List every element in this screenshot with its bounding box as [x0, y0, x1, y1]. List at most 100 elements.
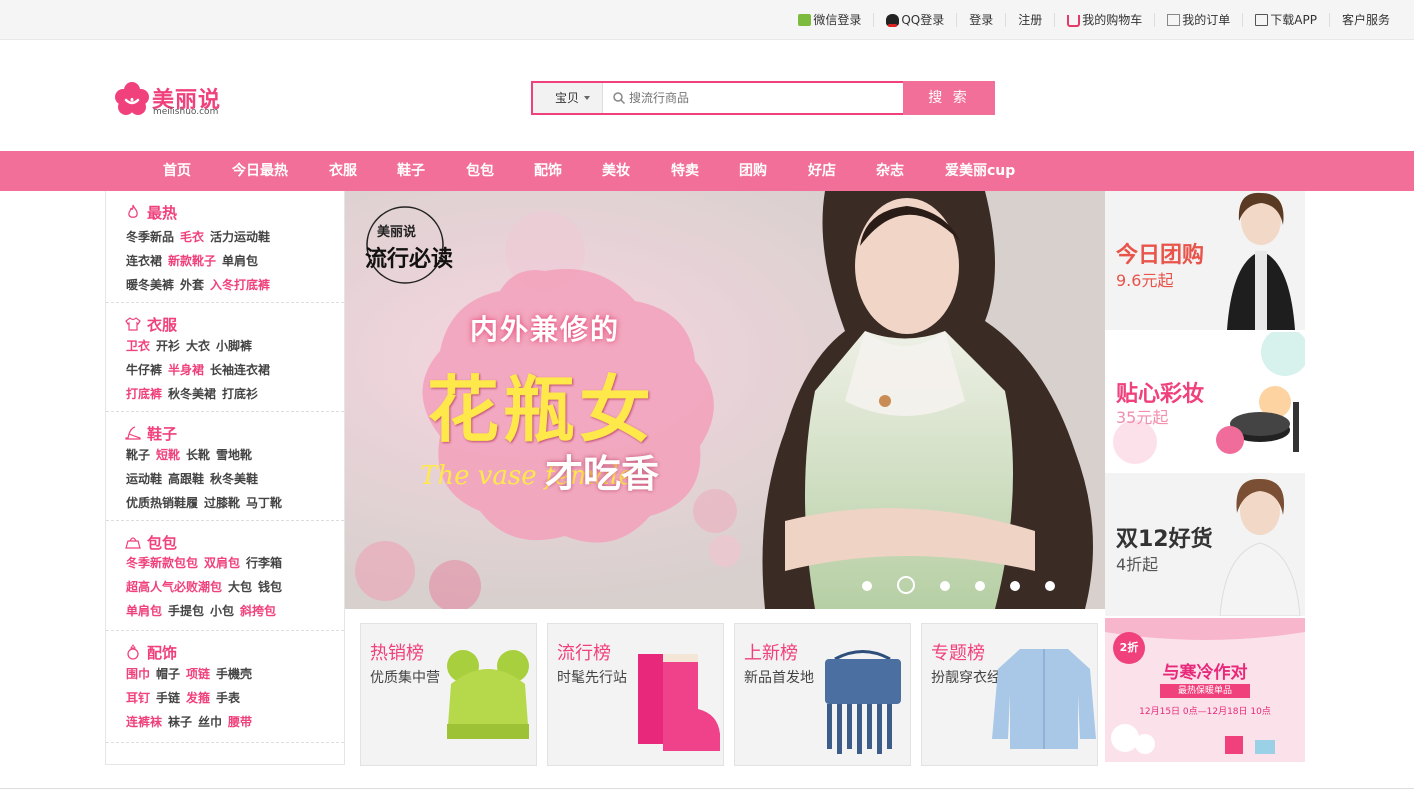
category-link[interactable]: 马丁靴: [246, 494, 282, 511]
category-link[interactable]: 暖冬美裤: [126, 276, 174, 293]
order-icon: [1167, 14, 1181, 26]
category-link[interactable]: 高跟鞋: [168, 470, 204, 487]
category-link[interactable]: 活力运动鞋: [210, 228, 270, 245]
nav-item-magazine[interactable]: 杂志: [875, 151, 905, 191]
category-link[interactable]: 毛衣: [180, 228, 204, 245]
promo-double-12[interactable]: 双12好货 4折起: [1105, 473, 1305, 616]
search-category-select[interactable]: 宝贝: [533, 83, 603, 113]
category-link[interactable]: 腰带: [228, 713, 252, 730]
carousel-dot[interactable]: [1010, 580, 1020, 591]
nav-item-hot-today[interactable]: 今日最热: [231, 151, 289, 191]
category-link[interactable]: 帽子: [156, 665, 180, 682]
category-link[interactable]: 手提包: [168, 602, 204, 619]
category-link[interactable]: 钱包: [258, 578, 282, 595]
promo-winter-sale[interactable]: 2折 与寒冷作对 最热保暖单品 12月15日 0点—12月18日 10点: [1105, 618, 1305, 762]
category-link[interactable]: 卫衣: [126, 337, 150, 354]
category-link[interactable]: 袜子: [168, 713, 192, 730]
qq-login-link[interactable]: QQ登录: [873, 13, 956, 27]
nav-item-bags[interactable]: 包包: [465, 151, 495, 191]
nav-item-shoes[interactable]: 鞋子: [396, 151, 426, 191]
nav-item-sale[interactable]: 特卖: [670, 151, 700, 191]
service-link[interactable]: 客户服务: [1328, 13, 1402, 27]
wechat-login-link[interactable]: 微信登录: [786, 13, 873, 27]
category-link[interactable]: 连裤袜: [126, 713, 162, 730]
category-accessories: 配饰 围巾 帽子 项链 手機壳 耳钉 手链 发箍 手表 连裤袜 袜子 丝巾 腰带: [106, 631, 344, 743]
category-link[interactable]: 靴子: [126, 446, 150, 463]
site-logo[interactable]: 美丽说 meilishuo.com: [114, 79, 224, 119]
promo-cosmetics[interactable]: 贴心彩妆 35元起: [1105, 332, 1305, 471]
carousel-dot[interactable]: [862, 580, 872, 591]
qq-icon: [886, 14, 900, 27]
category-title[interactable]: 衣服: [125, 314, 177, 334]
category-link[interactable]: 打底裤: [126, 385, 162, 402]
search-input[interactable]: [629, 87, 899, 109]
category-link[interactable]: 冬季新款包包: [126, 554, 198, 571]
carousel-dot[interactable]: [1045, 580, 1055, 591]
download-app-link[interactable]: 下载APP: [1242, 13, 1329, 27]
rank-card-hot-sales[interactable]: 热销榜 优质集中营: [360, 623, 537, 766]
category-link[interactable]: 运动鞋: [126, 470, 162, 487]
category-link[interactable]: 小包: [210, 602, 234, 619]
category-link[interactable]: 冬季新品: [126, 228, 174, 245]
category-link[interactable]: 秋冬美裙: [168, 385, 216, 402]
login-link[interactable]: 登录: [956, 13, 1005, 27]
category-link[interactable]: 入冬打底裤: [210, 276, 270, 293]
carousel-dot[interactable]: [940, 580, 950, 591]
category-link[interactable]: 雪地靴: [216, 446, 252, 463]
carousel-dot[interactable]: [975, 580, 985, 591]
category-title[interactable]: 鞋子: [125, 423, 177, 443]
category-link[interactable]: 手表: [216, 689, 240, 706]
category-link[interactable]: 新款靴子: [168, 252, 216, 269]
carousel-dot[interactable]: [897, 576, 915, 594]
category-title[interactable]: 配饰: [125, 642, 177, 662]
login-label: 登录: [969, 13, 994, 27]
register-link[interactable]: 注册: [1005, 13, 1054, 27]
category-link[interactable]: 双肩包: [204, 554, 240, 571]
nav-item-beauty[interactable]: 美妆: [601, 151, 631, 191]
promo-group-buy[interactable]: 今日团购 9.6元起: [1105, 191, 1305, 330]
category-link[interactable]: 单肩包: [126, 602, 162, 619]
category-link[interactable]: 连衣裙: [126, 252, 162, 269]
hero-banner[interactable]: 美丽说 流行必读 内外兼修的 花瓶女 The vase female 才吃香: [345, 191, 1105, 609]
category-link[interactable]: 牛仔裤: [126, 361, 162, 378]
category-link[interactable]: 项链: [186, 665, 210, 682]
category-link[interactable]: 打底衫: [222, 385, 258, 402]
orders-link[interactable]: 我的订单: [1154, 13, 1242, 27]
category-link[interactable]: 手链: [156, 689, 180, 706]
category-link[interactable]: 行李箱: [246, 554, 282, 571]
cart-link[interactable]: 我的购物车: [1054, 13, 1154, 27]
category-link[interactable]: 过膝靴: [204, 494, 240, 511]
category-link[interactable]: 小脚裤: [216, 337, 252, 354]
category-link[interactable]: 长靴: [186, 446, 210, 463]
category-title[interactable]: 包包: [125, 532, 177, 552]
category-link[interactable]: 大包: [228, 578, 252, 595]
category-link[interactable]: 斜挎包: [240, 602, 276, 619]
rank-card-topics[interactable]: 专题榜 扮靓穿衣经: [921, 623, 1098, 766]
category-link[interactable]: 长袖连衣裙: [210, 361, 270, 378]
nav-item-home[interactable]: 首页: [162, 151, 192, 191]
category-link[interactable]: 围巾: [126, 665, 150, 682]
category-link[interactable]: 开衫: [156, 337, 180, 354]
nav-item-shops[interactable]: 好店: [807, 151, 837, 191]
nav-item-clothes[interactable]: 衣服: [328, 151, 358, 191]
rank-card-new-arrivals[interactable]: 上新榜 新品首发地: [734, 623, 911, 766]
category-link[interactable]: 发箍: [186, 689, 210, 706]
category-link[interactable]: 外套: [180, 276, 204, 293]
category-link[interactable]: 手機壳: [216, 665, 252, 682]
nav-item-cup[interactable]: 爱美丽cup: [945, 151, 1015, 191]
nav-item-group-buy[interactable]: 团购: [738, 151, 768, 191]
category-link[interactable]: 丝巾: [198, 713, 222, 730]
category-link[interactable]: 超高人气必败潮包: [126, 578, 222, 595]
nav-item-accessories[interactable]: 配饰: [533, 151, 563, 191]
category-link[interactable]: 耳钉: [126, 689, 150, 706]
search-button[interactable]: 搜 索: [903, 81, 995, 115]
rank-title: 上新榜: [744, 643, 798, 664]
category-link[interactable]: 短靴: [156, 446, 180, 463]
category-link[interactable]: 优质热销鞋履: [126, 494, 198, 511]
category-link[interactable]: 半身裙: [168, 361, 204, 378]
category-link[interactable]: 大衣: [186, 337, 210, 354]
category-link[interactable]: 单肩包: [222, 252, 258, 269]
category-link[interactable]: 秋冬美鞋: [210, 470, 258, 487]
category-title[interactable]: 最热: [125, 202, 177, 222]
rank-card-trending[interactable]: 流行榜 时髦先行站: [547, 623, 724, 766]
